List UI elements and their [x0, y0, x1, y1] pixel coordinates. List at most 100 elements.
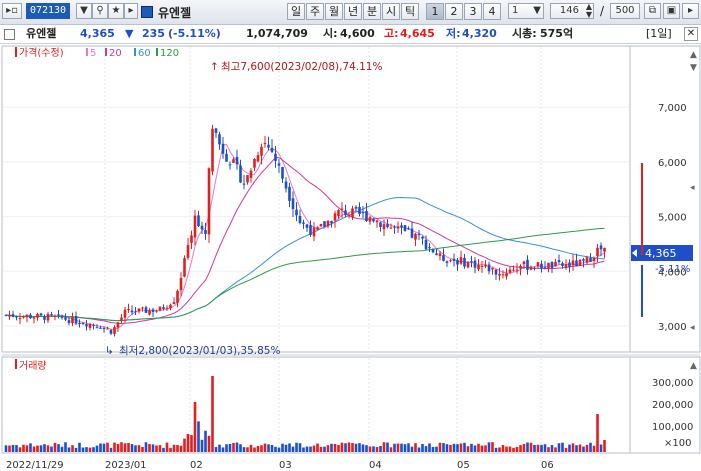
candle-body	[508, 269, 512, 273]
volume-bar	[298, 443, 302, 452]
scroll-up-icon[interactable]: ▲	[690, 50, 697, 60]
x-label-jan: 2023/01	[105, 460, 147, 471]
tab-month[interactable]: 월	[325, 3, 343, 20]
chart-menu-icon[interactable]: ▸▫	[2, 3, 22, 19]
candle-body	[36, 313, 39, 318]
volume-bar	[67, 447, 71, 452]
volume-bar	[204, 430, 207, 452]
candle-body	[575, 260, 578, 267]
volume-bar	[344, 443, 347, 452]
candle-body	[190, 235, 193, 243]
favorite-star-icon[interactable]: ★	[108, 3, 124, 19]
volume-bar	[4, 445, 8, 452]
add-window-icon[interactable]: ⧉	[644, 3, 661, 19]
candle-body	[67, 320, 71, 324]
tab-week[interactable]: 주	[306, 3, 324, 20]
candle-body	[344, 210, 347, 216]
volume-bar	[442, 443, 445, 452]
more-options-icon[interactable]: ▸	[682, 3, 699, 19]
volume-bar	[358, 443, 361, 452]
candle-body	[109, 329, 113, 334]
search-icon[interactable]: ⚲	[92, 3, 108, 19]
candle-body	[242, 183, 246, 185]
tab-num-3[interactable]: 3	[464, 3, 482, 20]
volume-bar	[144, 442, 148, 452]
high-label: 고:	[384, 27, 399, 40]
stock-code-input[interactable]: 072130	[26, 3, 70, 19]
tab-num-1[interactable]: 1	[426, 3, 444, 20]
axis-up-icon[interactable]: ◂	[690, 183, 695, 193]
prev-arrow-icon[interactable]: ▸	[124, 3, 138, 19]
volume-bar	[438, 442, 442, 452]
volume-bar	[284, 444, 288, 452]
total-count-input[interactable]: 500	[610, 3, 640, 19]
candle-body	[148, 310, 151, 315]
tab-minute[interactable]: 분	[363, 3, 381, 20]
save-icon[interactable]: ▣	[663, 3, 680, 19]
candle-body	[221, 143, 225, 154]
tab-tick[interactable]: 틱	[401, 3, 419, 20]
tab-num-2[interactable]: 2	[445, 3, 463, 20]
candle-body	[435, 253, 438, 256]
candle-body	[260, 146, 263, 156]
minute-select[interactable]: 1 ▼	[508, 3, 544, 19]
candle-body	[43, 316, 46, 320]
volume-bar	[148, 444, 151, 452]
candle-body	[186, 245, 190, 258]
volume-bar	[540, 444, 543, 452]
volume-bar	[102, 443, 106, 452]
candle-body	[214, 128, 218, 133]
volume-up-icon[interactable]: ▲	[690, 361, 697, 371]
volume-bar	[92, 447, 95, 452]
volume-bar	[50, 446, 53, 452]
candle-body	[505, 273, 508, 277]
candle-body	[165, 307, 169, 309]
price-tick-label: 3,000	[658, 322, 687, 333]
volume-bar	[207, 435, 211, 452]
volume-bar	[536, 444, 540, 452]
select-checkbox[interactable]	[4, 29, 15, 40]
candle-body	[589, 257, 592, 262]
close-icon[interactable]: ✕	[684, 27, 698, 41]
tab-num-4[interactable]: 4	[483, 3, 501, 20]
stepper-arrows-icon[interactable]: ▲ ▼	[586, 3, 592, 19]
candle-body	[403, 225, 407, 231]
volume-bar	[575, 445, 578, 452]
ma20-legend-swatch	[105, 48, 107, 56]
count-stepper[interactable]: 146 ▲ ▼	[550, 3, 594, 19]
count-value: 146	[559, 5, 579, 16]
volume-bar	[169, 447, 172, 452]
price-change-pct: (-5.11%)	[168, 27, 221, 40]
volume-bar	[554, 447, 557, 452]
volume-bar	[582, 446, 585, 452]
volume-bar	[36, 445, 39, 452]
tab-day[interactable]: 일	[287, 3, 305, 20]
volume-bar	[522, 443, 526, 452]
chart-toolbar: ▸▫ 072130 ▼ ⚲ ★ ▸ 유엔젤 일 주 월 년 분 시 틱 1 2 …	[0, 0, 701, 25]
candle-body	[302, 222, 305, 224]
volume-bar	[477, 443, 480, 452]
candle-body	[39, 313, 43, 316]
volume-bar	[11, 445, 15, 452]
low-arrow-icon: ↳	[105, 345, 114, 357]
code-dropdown-icon[interactable]: ▼	[76, 3, 92, 19]
candle-body	[438, 253, 442, 256]
scroll-down-icon[interactable]: ▼	[690, 63, 697, 73]
axis-down-icon[interactable]: ◂	[690, 323, 695, 333]
volume-bar	[25, 445, 29, 452]
candle-body	[494, 269, 498, 275]
volume-bar	[435, 446, 438, 452]
legend-price: 가격(수정)	[19, 46, 64, 59]
candle-body	[582, 259, 585, 261]
candle-body	[424, 240, 428, 250]
tab-hour[interactable]: 시	[382, 3, 400, 20]
tab-year[interactable]: 년	[344, 3, 362, 20]
price-legend-swatch	[15, 47, 17, 57]
volume-bar	[249, 444, 253, 452]
candle-body	[246, 175, 249, 183]
volume-bar	[120, 442, 123, 452]
current-price: 4,365	[80, 27, 115, 40]
candle-body	[323, 221, 326, 227]
candle-body	[162, 307, 165, 309]
candle-body	[536, 262, 540, 267]
